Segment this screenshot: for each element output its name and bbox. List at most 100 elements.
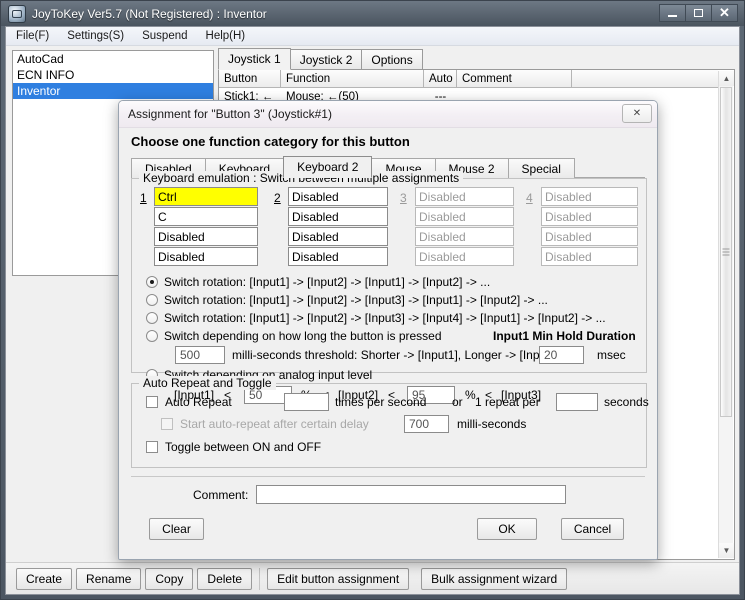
column-header-auto[interactable]: Auto	[424, 70, 457, 87]
rename-button[interactable]: Rename	[76, 567, 142, 590]
key-input-2-4[interactable]: Disabled	[288, 247, 388, 266]
threshold-input[interactable]: 500	[175, 346, 225, 364]
menu-item-suspend[interactable]: Suspend	[134, 29, 195, 43]
create-button[interactable]: Create	[16, 567, 73, 590]
auto-repeat-legend: Auto Repeat and Toggle	[139, 376, 276, 390]
edit-button-assignment-button[interactable]: Edit button assignment	[267, 567, 410, 590]
key-input-2-3[interactable]: Disabled	[288, 227, 388, 246]
key-input-1-3[interactable]: Disabled	[154, 227, 258, 246]
key-input-4-3[interactable]: Disabled	[541, 227, 638, 246]
column-header-spacer	[572, 70, 718, 87]
toggle-on-off-checkbox-row[interactable]: Toggle between ON and OFF	[146, 440, 321, 454]
seconds-label: seconds	[604, 395, 649, 409]
start-delay-label: Start auto-repeat after certain delay	[180, 417, 369, 431]
grid-header: Button Function Auto Comment	[219, 70, 718, 88]
key-input-1-1[interactable]: Ctrl	[154, 187, 258, 206]
key-input-3-4[interactable]: Disabled	[415, 247, 514, 266]
list-item[interactable]: AutoCad	[13, 51, 213, 67]
key-input-3-2[interactable]: Disabled	[415, 207, 514, 226]
checkbox-icon[interactable]	[146, 441, 158, 453]
auto-repeat-label: Auto Repeat	[165, 395, 232, 409]
auto-repeat-checkbox-row[interactable]: Auto Repeat	[146, 395, 232, 409]
maximize-icon	[694, 9, 703, 17]
list-item[interactable]: Inventor	[13, 83, 213, 99]
key-input-1-2[interactable]: C	[154, 207, 258, 226]
key-input-2-1[interactable]: Disabled	[288, 187, 388, 206]
scrollbar-thumb[interactable]	[720, 87, 732, 417]
tab-joystick-1[interactable]: Joystick 1	[218, 48, 291, 70]
threshold-label: milli-seconds threshold: Shorter -> [Inp…	[232, 348, 560, 362]
grid-vertical-scrollbar[interactable]: ▲ ▼	[718, 71, 734, 558]
menu-item-file[interactable]: File(F)	[8, 29, 57, 43]
column-number-1: 1	[140, 191, 147, 205]
dialog-titlebar: Assignment for "Button 3" (Joystick#1) ✕	[119, 101, 657, 128]
assignment-dialog: Assignment for "Button 3" (Joystick#1) ✕…	[118, 100, 658, 560]
delete-button[interactable]: Delete	[197, 567, 253, 590]
dialog-divider	[131, 476, 645, 477]
menubar: File(F) Settings(S) Suspend Help(H)	[6, 27, 739, 46]
maximize-button[interactable]	[685, 4, 712, 22]
hold-duration-unit-label: msec	[597, 348, 626, 362]
ok-button[interactable]: OK	[477, 518, 537, 540]
bottom-toolbar: Create Rename Copy Delete Edit button as…	[6, 562, 739, 594]
column-number-3: 3	[400, 191, 407, 205]
copy-button[interactable]: Copy	[145, 567, 194, 590]
one-repeat-per-label: 1 repeat per	[475, 395, 540, 409]
tab-options[interactable]: Options	[361, 49, 423, 70]
key-input-3-3[interactable]: Disabled	[415, 227, 514, 246]
key-input-3-1[interactable]: Disabled	[415, 187, 514, 206]
radio-switch-rotation-3[interactable]: Switch rotation: [Input1] -> [Input2] ->…	[146, 293, 548, 307]
tab-joystick-2[interactable]: Joystick 2	[289, 49, 363, 70]
radio-icon[interactable]	[146, 312, 158, 324]
radio-label: Switch depending on how long the button …	[164, 329, 442, 343]
radio-switch-rotation-2[interactable]: Switch rotation: [Input1] -> [Input2] ->…	[146, 275, 490, 289]
tab-keyboard-2[interactable]: Keyboard 2	[283, 156, 373, 178]
column-header-function[interactable]: Function	[281, 70, 424, 87]
checkbox-icon[interactable]	[146, 396, 158, 408]
list-item[interactable]: ECN INFO	[13, 67, 213, 83]
bulk-assignment-wizard-button[interactable]: Bulk assignment wizard	[421, 567, 568, 590]
menu-item-help[interactable]: Help(H)	[198, 29, 254, 43]
window-titlebar: JoyToKey Ver5.7 (Not Registered) : Inven…	[1, 1, 744, 26]
column-number-4: 4	[526, 191, 533, 205]
tab-special[interactable]: Special	[507, 158, 575, 178]
screen: JoyToKey Ver5.7 (Not Registered) : Inven…	[0, 0, 745, 600]
key-input-1-4[interactable]: Disabled	[154, 247, 258, 266]
scroll-down-icon[interactable]: ▼	[719, 543, 734, 558]
key-input-4-4[interactable]: Disabled	[541, 247, 638, 266]
times-per-second-input[interactable]	[284, 393, 329, 411]
checkbox-icon[interactable]	[161, 418, 173, 430]
radio-icon[interactable]	[146, 330, 158, 342]
comment-input[interactable]	[256, 485, 566, 504]
radio-icon[interactable]	[146, 276, 158, 288]
clear-button[interactable]: Clear	[149, 518, 204, 540]
key-input-4-2[interactable]: Disabled	[541, 207, 638, 226]
dialog-close-button[interactable]: ✕	[622, 104, 652, 123]
menu-item-settings[interactable]: Settings(S)	[59, 29, 132, 43]
radio-label: Switch rotation: [Input1] -> [Input2] ->…	[164, 311, 606, 325]
repeat-seconds-input[interactable]	[556, 393, 598, 411]
key-input-4-1[interactable]: Disabled	[541, 187, 638, 206]
radio-switch-by-hold-duration[interactable]: Switch depending on how long the button …	[146, 329, 442, 343]
dialog-title: Assignment for "Button 3" (Joystick#1)	[128, 107, 332, 121]
close-button[interactable]: ✕	[711, 4, 738, 22]
cancel-button[interactable]: Cancel	[561, 518, 624, 540]
hold-duration-label: Input1 Min Hold Duration	[493, 329, 636, 343]
scroll-up-icon[interactable]: ▲	[719, 71, 734, 86]
key-input-2-2[interactable]: Disabled	[288, 207, 388, 226]
start-delay-input[interactable]: 700	[404, 415, 449, 433]
radio-switch-rotation-4[interactable]: Switch rotation: [Input1] -> [Input2] ->…	[146, 311, 606, 325]
keyboard-emulation-group: Keyboard emulation : Switch between mult…	[131, 171, 647, 404]
column-header-button[interactable]: Button	[219, 70, 281, 87]
radio-icon[interactable]	[146, 294, 158, 306]
auto-repeat-group: Auto Repeat and Toggle Auto Repeat times…	[131, 376, 649, 468]
hold-duration-input[interactable]: 20	[539, 346, 584, 364]
start-delay-unit-label: milli-seconds	[457, 417, 527, 431]
or-label: or	[452, 395, 463, 409]
joystick-icon	[8, 4, 26, 23]
radio-label: Switch rotation: [Input1] -> [Input2] ->…	[164, 293, 548, 307]
dialog-body: Choose one function category for this bu…	[119, 128, 657, 559]
start-delay-checkbox-row[interactable]: Start auto-repeat after certain delay	[161, 417, 369, 431]
column-header-comment[interactable]: Comment	[457, 70, 572, 87]
minimize-button[interactable]	[659, 4, 686, 22]
